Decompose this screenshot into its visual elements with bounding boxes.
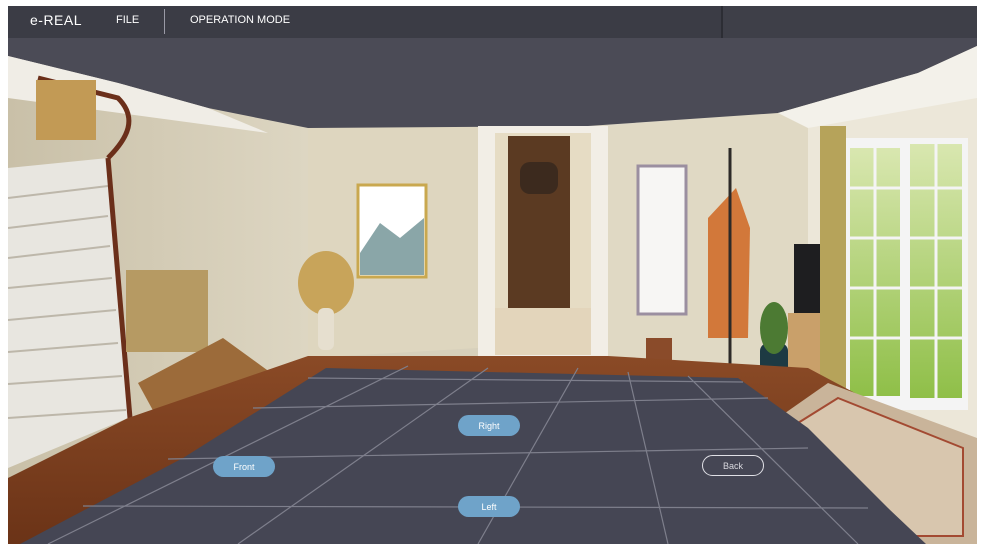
nav-right-button[interactable]: Right xyxy=(458,415,520,436)
top-bar-right-panel xyxy=(721,6,977,38)
app-frame: e-REAL FILE OPERATION MODE Right Front B… xyxy=(8,6,977,544)
panorama-viewport[interactable]: Right Front Back Left xyxy=(8,38,977,544)
room-scene xyxy=(8,38,977,544)
top-menu-bar: e-REAL FILE OPERATION MODE xyxy=(8,6,977,38)
nav-front-button[interactable]: Front xyxy=(213,456,275,477)
menu-divider xyxy=(164,9,165,34)
nav-left-button[interactable]: Left xyxy=(458,496,520,517)
menu-file[interactable]: FILE xyxy=(116,14,139,26)
menu-operation-mode[interactable]: OPERATION MODE xyxy=(190,14,290,26)
app-logo: e-REAL xyxy=(30,12,83,28)
nav-back-button[interactable]: Back xyxy=(702,455,764,476)
